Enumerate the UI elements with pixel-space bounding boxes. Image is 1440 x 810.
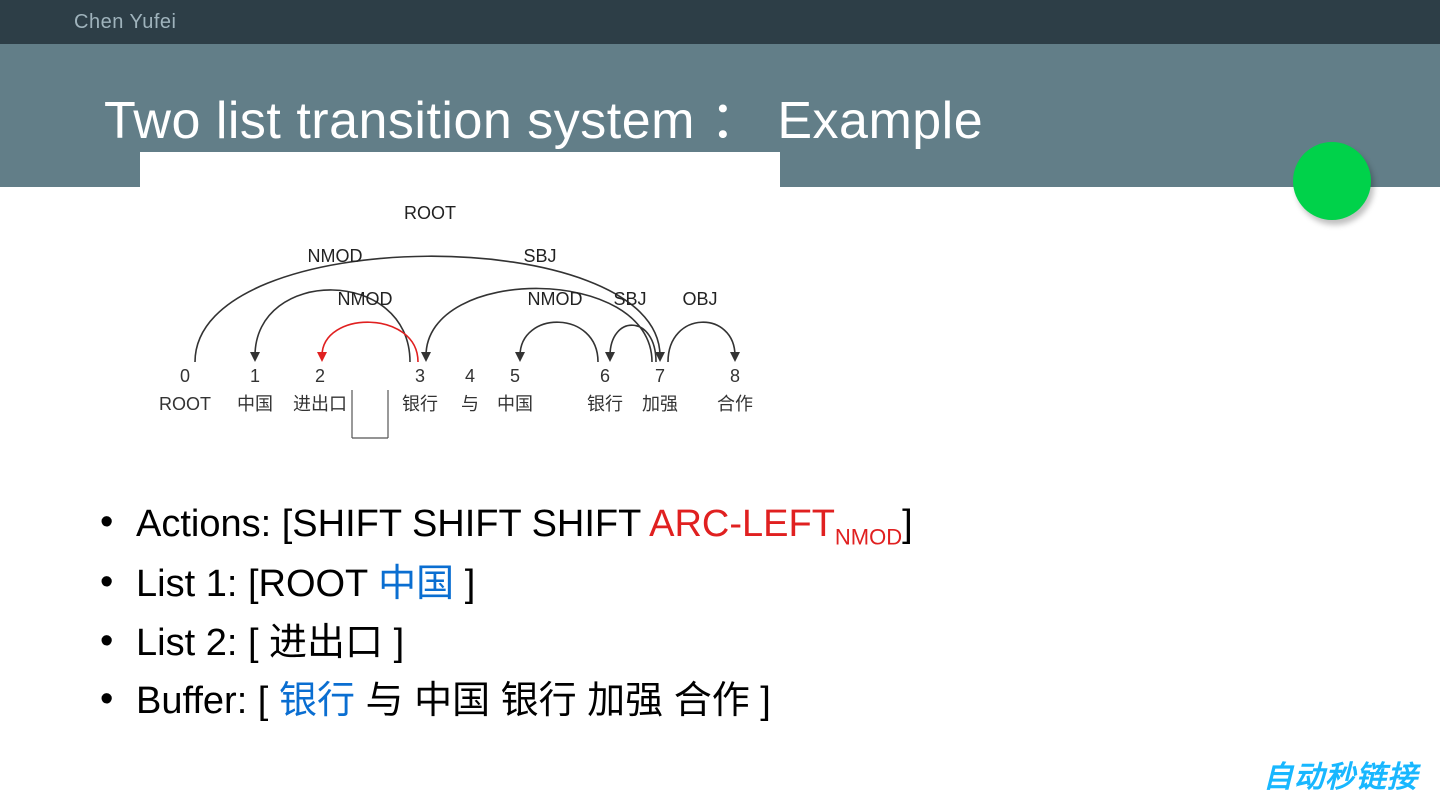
slide-title: Two list transition system ： Example xyxy=(104,78,983,153)
tok-idx-3: 3 xyxy=(415,366,425,386)
tok-idx-1: 1 xyxy=(250,366,260,386)
list1-prefix: List 1: [ROOT xyxy=(136,563,378,605)
buffer-suffix: 与 中国 银行 加强 合作 ] xyxy=(355,680,771,722)
arc-nmod-3-2 xyxy=(322,322,418,362)
tok-w-8: 合作 xyxy=(717,394,753,414)
tok-idx-0: 0 xyxy=(180,366,190,386)
actions-red-sub: NMOD xyxy=(835,525,902,550)
arc-nmod-6-5 xyxy=(520,322,598,362)
tok-w-7: 加强 xyxy=(642,394,678,414)
bullet-buffer: Buffer: [ 银行 与 中国 银行 加强 合作 ] xyxy=(100,672,1300,731)
tok-idx-6: 6 xyxy=(600,366,610,386)
tok-idx-8: 8 xyxy=(730,366,740,386)
actions-prefix: Actions: [ xyxy=(136,503,292,545)
actions-red: ARC-LEFTNMOD xyxy=(649,503,902,545)
arc-nmod-3-2-arrow xyxy=(317,352,327,362)
arc-nmod-3-1-label: NMOD xyxy=(308,246,363,266)
bullet-list2: List 2: [ 进出口 ] xyxy=(100,614,1300,673)
tok-w-4: 与 xyxy=(461,394,479,414)
arc-obj-7-8 xyxy=(668,322,735,362)
tok-w-0: ROOT xyxy=(159,394,211,414)
arc-sbj-7-6-label: SBJ xyxy=(613,289,646,309)
arc-root-label: ROOT xyxy=(404,203,456,223)
dependency-diagram: 0 1 2 3 4 5 6 7 8 ROOT 中国 进出口 银行 与 中国 银行… xyxy=(140,152,780,442)
arc-sbj-7-6-arrow xyxy=(605,352,615,362)
arc-obj-7-8-label: OBJ xyxy=(682,289,717,309)
tok-idx-5: 5 xyxy=(510,366,520,386)
arc-nmod-3-1-arrow xyxy=(250,352,260,362)
buffer-blue: 银行 xyxy=(279,680,355,722)
dependency-svg: 0 1 2 3 4 5 6 7 8 ROOT 中国 进出口 银行 与 中国 银行… xyxy=(140,152,780,442)
arc-nmod-3-2-label: NMOD xyxy=(338,289,393,309)
tok-w-2: 进出口 xyxy=(293,394,347,414)
author-name: Chen Yufei xyxy=(74,11,177,34)
watermark-text: 自动秒链接 xyxy=(1263,752,1418,796)
actions-plain: SHIFT SHIFT SHIFT xyxy=(292,503,649,545)
tok-idx-2: 2 xyxy=(315,366,325,386)
list2-text: List 2: [ 进出口 ] xyxy=(136,622,404,664)
list1-blue: 中国 xyxy=(378,563,454,605)
actions-red-main: ARC-LEFT xyxy=(649,503,835,545)
tok-idx-7: 7 xyxy=(655,366,665,386)
tok-w-6: 银行 xyxy=(587,394,623,414)
green-circle-icon xyxy=(1293,142,1371,220)
bullet-list1: List 1: [ROOT 中国 ] xyxy=(100,555,1300,614)
bullet-actions: Actions: [SHIFT SHIFT SHIFT ARC-LEFTNMOD… xyxy=(100,495,1300,555)
tok-idx-4: 4 xyxy=(465,366,475,386)
arc-nmod-6-5-label: NMOD xyxy=(528,289,583,309)
arc-sbj-7-3-arrow xyxy=(421,352,431,362)
actions-suffix: ] xyxy=(902,503,913,545)
buffer-prefix: Buffer: [ xyxy=(136,680,279,722)
tok-w-1: 中国 xyxy=(237,394,273,414)
arc-sbj-7-3-label: SBJ xyxy=(523,246,556,266)
tok-w-5: 中国 xyxy=(497,394,533,414)
bullet-list: Actions: [SHIFT SHIFT SHIFT ARC-LEFTNMOD… xyxy=(100,495,1300,731)
arc-nmod-6-5-arrow xyxy=(515,352,525,362)
arc-obj-7-8-arrow xyxy=(730,352,740,362)
list1-suffix: ] xyxy=(454,563,475,605)
top-bar: Chen Yufei xyxy=(0,0,1440,44)
tok-w-3: 银行 xyxy=(402,394,438,414)
